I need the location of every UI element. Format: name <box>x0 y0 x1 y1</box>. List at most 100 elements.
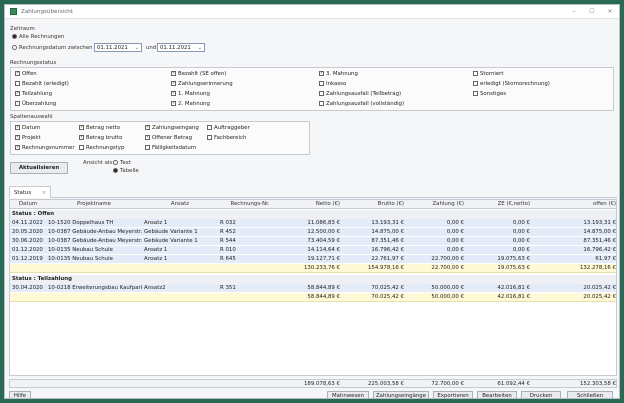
checkbox-rechnungsnummer[interactable]: Rechnungsnummer <box>15 144 75 151</box>
checkbox-fachbereich[interactable]: Fachbereich <box>207 135 246 141</box>
column-header[interactable]: Netto (€) <box>282 200 342 209</box>
sum-cell: 20.025,42 € <box>583 294 616 300</box>
cell: 0,00 € <box>446 238 464 244</box>
radio-text-icon <box>113 160 118 165</box>
close-window-button[interactable]: ✕ <box>601 8 619 15</box>
total-cell: 61.092,44 € <box>497 381 530 387</box>
checkbox-erledigt-stornorechnung-[interactable]: erledigt (Stornorechnung) <box>473 81 550 87</box>
sum-cell: 130.233,76 € <box>303 265 340 271</box>
checkbox-datum[interactable]: Datum <box>15 124 40 131</box>
checkbox-teilzahlung[interactable]: Teilzahlung <box>15 90 52 97</box>
checkbox-zahlungserinnerung[interactable]: Zahlungserinnerung <box>171 80 233 87</box>
table-row[interactable]: 01.12.2020 10-0135 Neubau Schule Ansatz 1 R… <box>10 246 616 255</box>
column-header[interactable]: offen (€) <box>532 200 616 209</box>
column-header[interactable]: Brutto (€) <box>342 200 406 209</box>
sum-cell: 42.016,81 € <box>497 294 530 300</box>
checkbox-projekt[interactable]: Projekt <box>15 134 41 141</box>
checkbox-1-mahnung[interactable]: 1. Mahnung <box>171 90 210 97</box>
checkbox-2-mahnung[interactable]: 2. Mahnung <box>171 100 210 107</box>
cell: R 351 <box>220 285 236 291</box>
checkbox-label: Inkasso <box>326 81 347 87</box>
table-row[interactable]: 04.11.2022 10-1520 Doppelhaus TH Ansatz 1 R… <box>10 219 616 228</box>
checkbox-offen[interactable]: Offen <box>15 70 37 77</box>
cell: 10-0135 Neubau Schule <box>48 256 113 262</box>
spaltenauswahl-label: Spaltenauswahl <box>10 114 53 120</box>
checkbox-auftraggeber[interactable]: Auftraggeber <box>207 125 250 131</box>
checkbox-icon <box>145 134 150 140</box>
checkbox-überzahlung[interactable]: Überzahlung <box>15 101 56 107</box>
table-row[interactable]: 30.06.2020 10-0387 Gebäude-Anbau Meyerstr… <box>10 237 616 246</box>
checkbox-zahlungsausfall-vollständig-[interactable]: Zahlungsausfall (vollständig) <box>319 101 404 107</box>
checkbox-icon <box>207 125 212 130</box>
edit-button[interactable]: Bearbeiten <box>477 391 517 398</box>
cell: 0,00 € <box>446 247 464 253</box>
radio-view-table[interactable]: Tabelle <box>113 168 139 174</box>
sum-cell: 22.700,00 € <box>431 265 464 271</box>
column-header[interactable]: Projektname <box>46 200 142 209</box>
print-button[interactable]: Drucken <box>521 391 561 398</box>
checkbox-sonstiges[interactable]: Sonstiges <box>473 91 506 97</box>
checkbox-icon <box>79 124 84 130</box>
checkbox-offener-betrag[interactable]: Offener Betrag <box>145 134 192 141</box>
group-sum-row: 130.233,76 € 154.978,16 € 22.700,00 € 19.07… <box>10 264 616 273</box>
column-header[interactable]: Rechnungs-Nr. <box>218 200 282 209</box>
group-header[interactable]: Status : Teilzahlung <box>10 275 616 284</box>
table-row[interactable]: 20.05.2020 10-0387 Gebäude-Anbau Meyerstr… <box>10 228 616 237</box>
group-header[interactable]: Status : Offen <box>10 210 616 219</box>
table-row[interactable]: 30.04.2020 10-0218 Erweiterungsbau Kaufpa… <box>10 284 616 293</box>
cell: 0,00 € <box>512 247 530 253</box>
total-cell: 152.303,58 € <box>579 381 616 387</box>
refresh-button[interactable]: Aktualisieren <box>10 162 68 174</box>
checkbox-icon <box>145 124 150 130</box>
close-tab-icon[interactable]: × <box>41 190 46 196</box>
checkbox-label: Sonstiges <box>480 91 507 97</box>
checkbox-label: Rechnungsnummer <box>22 145 75 151</box>
checkbox-icon <box>319 91 324 96</box>
payments-table: Datum Projektname Ansatz Rechnungs-Nr. Netto… <box>9 199 617 376</box>
table-row[interactable]: 01.12.2019 10-0135 Neubau Schule Ansatz 1 R… <box>10 255 616 264</box>
tab-status[interactable]: Status × <box>9 186 51 198</box>
reminders-button[interactable]: Mahnwesen <box>327 391 369 398</box>
radio-view-text[interactable]: Text <box>113 160 131 166</box>
checkbox-fälligkeitsdatum[interactable]: Fälligkeitsdatum <box>145 145 196 151</box>
close-button[interactable]: Schließen <box>567 391 613 398</box>
checkbox-label: Offen <box>22 71 37 77</box>
checkbox-label: Zahlungseingang <box>152 125 199 131</box>
column-header[interactable]: ZE (€,netto) <box>466 200 532 209</box>
radio-date-range[interactable]: Rechnungsdatum zwischen <box>12 45 93 51</box>
radio-all-invoices[interactable]: Alle Rechnungen <box>12 34 64 40</box>
sum-cell: 19.075,63 € <box>497 265 530 271</box>
checkbox-inkasso[interactable]: Inkasso <box>319 81 346 87</box>
cell: Gebäude Variante 1 <box>144 229 198 235</box>
checkbox-betrag-brutto[interactable]: Betrag brutto <box>79 134 122 141</box>
maximize-button[interactable]: ☐ <box>583 8 601 15</box>
checkbox-icon <box>15 101 20 106</box>
column-header[interactable]: Datum <box>10 200 46 209</box>
checkbox-icon <box>473 81 478 86</box>
checkbox-icon <box>171 90 176 96</box>
checkbox-betrag-netto[interactable]: Betrag netto <box>79 124 120 131</box>
group-title: Status : Offen <box>12 211 55 217</box>
checkbox-label: Zahlungserinnerung <box>178 81 233 87</box>
column-header[interactable]: Zahlung (€) <box>406 200 466 209</box>
title-bar: Zahlungsübersicht – ☐ ✕ <box>5 5 619 19</box>
export-button[interactable]: Exportieren <box>433 391 473 398</box>
checkbox-icon <box>15 134 20 140</box>
date-from-input[interactable]: 01.11.2021 ⌄ <box>94 43 142 52</box>
checkbox-bezahlt-erledigt-[interactable]: Bezahlt (erledigt) <box>15 81 69 87</box>
help-button[interactable]: Hilfe <box>9 391 31 398</box>
checkbox-zahlungseingang[interactable]: Zahlungseingang <box>145 124 199 131</box>
checkbox-bezahlt-se-offen-[interactable]: Bezahlt (SE offen) <box>171 70 226 77</box>
grand-total-row: 189.078,63 € 225.003,58 € 72.700,00 € 61.09… <box>9 379 617 388</box>
date-to-input[interactable]: 01.11.2021 ⌄ <box>157 43 205 52</box>
checkbox-storniert[interactable]: Storniert <box>473 71 504 77</box>
sum-cell: 58.844,89 € <box>307 294 340 300</box>
cell: R 010 <box>220 247 236 253</box>
checkbox-3-mahnung[interactable]: 3. Mahnung <box>319 70 358 77</box>
chevron-down-icon: ⌄ <box>197 44 202 51</box>
payments-button[interactable]: Zahlungseingänge <box>373 391 429 398</box>
minimize-button[interactable]: – <box>565 8 583 15</box>
column-header[interactable]: Ansatz <box>142 200 218 209</box>
checkbox-rechnungstyp[interactable]: Rechnungstyp <box>79 145 124 151</box>
checkbox-zahlungsausfall-teilbetrag-[interactable]: Zahlungsausfall (Teilbetrag) <box>319 91 401 97</box>
